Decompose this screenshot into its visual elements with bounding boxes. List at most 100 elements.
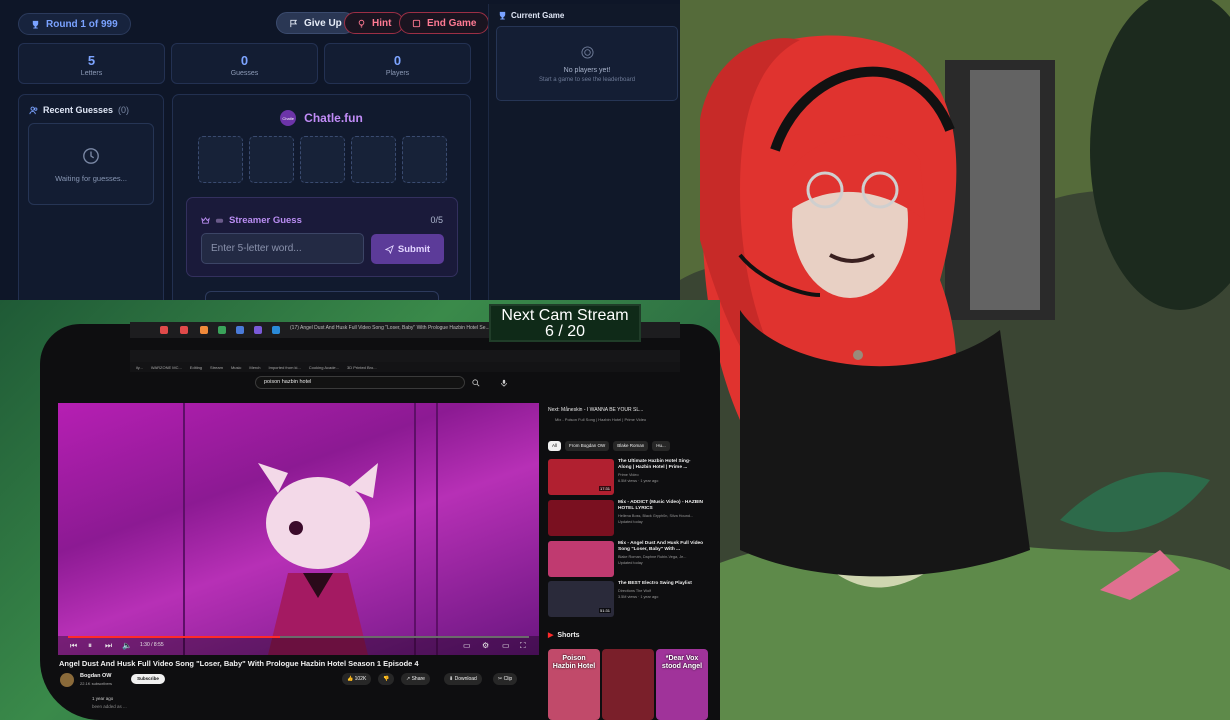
bookmark[interactable]: 3D Printed Bro... xyxy=(347,365,377,370)
bookmark[interactable]: Merch xyxy=(249,365,260,370)
like-button[interactable]: 👍 102K xyxy=(342,673,372,685)
streamer-camera-image xyxy=(680,0,1230,720)
streamer-guess-title: Streamer Guess xyxy=(229,215,302,226)
bookmark[interactable]: Cooking Acade... xyxy=(309,365,339,370)
letter-tile xyxy=(402,136,447,183)
fullscreen-icon[interactable]: ⛶ xyxy=(520,641,526,651)
short-caption: Poison Hazbin Hotel xyxy=(552,655,596,670)
next-cam-label: Next Cam Stream xyxy=(501,307,629,324)
stat-value: 0 xyxy=(393,53,402,68)
flag-icon xyxy=(290,19,298,27)
browser-tab-title[interactable]: (17) Angel Dust And Husk Full Video Song… xyxy=(290,325,490,331)
end-game-button[interactable]: End Game xyxy=(399,12,490,34)
settings-gear-icon[interactable]: ⚙ xyxy=(482,641,489,650)
recommendations-sidebar: Next: Måneskin - I WANNA BE YOUR SL... M… xyxy=(548,403,710,720)
short-item[interactable] xyxy=(602,649,654,720)
gamepad-icon xyxy=(215,218,224,223)
door-line xyxy=(183,403,185,655)
stat-guesses: 0 Guesses xyxy=(171,43,318,84)
give-up-button[interactable]: Give Up xyxy=(276,12,355,34)
channel-avatar[interactable] xyxy=(60,673,74,687)
browser-capture: (17) Angel Dust And Husk Full Video Song… xyxy=(0,300,720,720)
subscriber-count: 22.1K subscribers xyxy=(80,681,113,686)
bookmark[interactable]: Editing xyxy=(190,365,202,370)
video-progress-fill xyxy=(68,636,281,638)
recent-guesses-count: (0) xyxy=(118,105,130,115)
bookmark[interactable]: ily... xyxy=(136,365,143,370)
stat-value: 0 xyxy=(240,53,249,68)
bookmarks-bar: ily... WARZONE MC... Editing Stream Musi… xyxy=(130,362,680,372)
subscribe-button[interactable]: Subscribe xyxy=(131,674,165,684)
search-icon[interactable] xyxy=(472,379,480,387)
game-board-card: Chatle Chatle.fun Streamer Guess 0/5 Sub… xyxy=(172,94,471,300)
theater-mode-icon[interactable]: ▭ xyxy=(502,641,510,650)
upload-date: 1 year ago xyxy=(92,696,114,701)
clip-button[interactable]: ✂ Clip xyxy=(493,673,518,685)
download-button[interactable]: ⬇ Download xyxy=(444,673,482,685)
recommendation-title: The BEST Electro Swing Playlist xyxy=(618,581,692,586)
recommendation-channel: Prime Video xyxy=(618,473,639,477)
chip-from-channel[interactable]: From Bogdan OW xyxy=(565,441,610,451)
address-bar[interactable] xyxy=(130,350,680,362)
short-caption: *Dear Vox stood Angel xyxy=(661,655,703,670)
submit-button[interactable]: Submit xyxy=(371,234,444,264)
next-up-title[interactable]: Next: Måneskin - I WANNA BE YOUR SL... xyxy=(548,407,643,413)
next-section-edge xyxy=(205,291,439,300)
letter-tile xyxy=(249,136,294,183)
shorts-title: Shorts xyxy=(557,631,580,639)
recommendation-item[interactable]: 51:31 The BEST Electro Swing Playlist Di… xyxy=(548,581,708,617)
streamer-guess-count: 0/5 xyxy=(430,215,443,225)
app-icon xyxy=(218,326,226,334)
share-button[interactable]: ↗ Share xyxy=(401,673,430,685)
recommendation-meta: Updated today xyxy=(618,561,643,565)
stat-letters: 5 Letters xyxy=(18,43,165,84)
bookmark[interactable]: Imported from ki... xyxy=(269,365,301,370)
microphone-icon[interactable] xyxy=(500,379,508,387)
recent-guesses-heading: Recent Guesses (0) xyxy=(29,105,129,115)
captions-icon[interactable]: ▭ xyxy=(463,641,471,650)
pause-icon[interactable]: ⏸ xyxy=(88,641,92,651)
filter-chips: All From Bogdan OW Blake Roman Hu... xyxy=(548,441,670,451)
bookmark[interactable]: Music xyxy=(231,365,241,370)
recommendation-item[interactable]: Mix - ADDICT (Music Video) - HAZBIN HOTE… xyxy=(548,500,708,536)
word-input[interactable] xyxy=(201,233,364,264)
app-icon xyxy=(254,326,262,334)
current-game-panel: Current Game No players yet! Start a gam… xyxy=(488,4,680,300)
recommendation-channel: Hellena Boss, Black Gryph0n, Silva Hound… xyxy=(618,514,694,518)
stat-label: Players xyxy=(385,70,410,77)
dislike-button[interactable]: 👎 xyxy=(378,673,395,685)
no-players-text: No players yet! xyxy=(563,67,611,74)
next-up-subtitle: Mix - Poison Full Song | Hazbin Hotel | … xyxy=(555,417,647,422)
recommendation-item[interactable]: Mix - Angel Dust And Husk Full Video Son… xyxy=(548,541,708,577)
round-label: Round 1 of 999 xyxy=(46,18,118,30)
bookmark[interactable]: WARZONE MC... xyxy=(151,365,182,370)
app-icon xyxy=(236,326,244,334)
video-thumbnail xyxy=(548,541,614,577)
previous-icon[interactable]: ⏮ xyxy=(70,641,77,651)
video-thumbnail xyxy=(548,500,614,536)
video-duration: 17:31 xyxy=(599,486,612,491)
short-item[interactable]: Poison Hazbin Hotel xyxy=(548,649,600,720)
shorts-heading: ▶ Shorts xyxy=(548,631,580,640)
video-player[interactable] xyxy=(58,403,539,655)
brand-name: Chatle.fun xyxy=(304,111,363,125)
next-icon[interactable]: ⏭ xyxy=(105,641,112,651)
short-item[interactable]: *Dear Vox stood Angel xyxy=(656,649,708,720)
recommendation-item[interactable]: 17:31 The Ultimate Hazbin Hotel Sing-Alo… xyxy=(548,459,708,495)
chip-more[interactable]: Hu... xyxy=(652,441,670,451)
recommendation-title: Mix - ADDICT (Music Video) - HAZBIN HOTE… xyxy=(618,500,704,511)
volume-icon[interactable]: 🔈 xyxy=(122,641,132,650)
recommendation-meta: Updated today xyxy=(618,520,643,524)
stat-players: 0 Players xyxy=(324,43,471,84)
video-progress-bar[interactable] xyxy=(68,636,529,638)
recommendation-meta: 3.5M views · 1 year ago xyxy=(618,595,659,599)
chip-all[interactable]: All xyxy=(548,441,562,451)
channel-name[interactable]: Bogdan OW xyxy=(80,673,111,679)
current-game-title: Current Game xyxy=(511,11,565,20)
youtube-search-input[interactable]: poison hazbin hotel xyxy=(255,376,465,389)
brand-header: Chatle Chatle.fun xyxy=(173,110,470,126)
hint-button[interactable]: Hint xyxy=(344,12,405,34)
chip-blake-roman[interactable]: Blake Roman xyxy=(613,441,649,451)
bookmark[interactable]: Stream xyxy=(210,365,223,370)
next-cam-stream-overlay: Next Cam Stream 6 / 20 xyxy=(489,304,641,342)
